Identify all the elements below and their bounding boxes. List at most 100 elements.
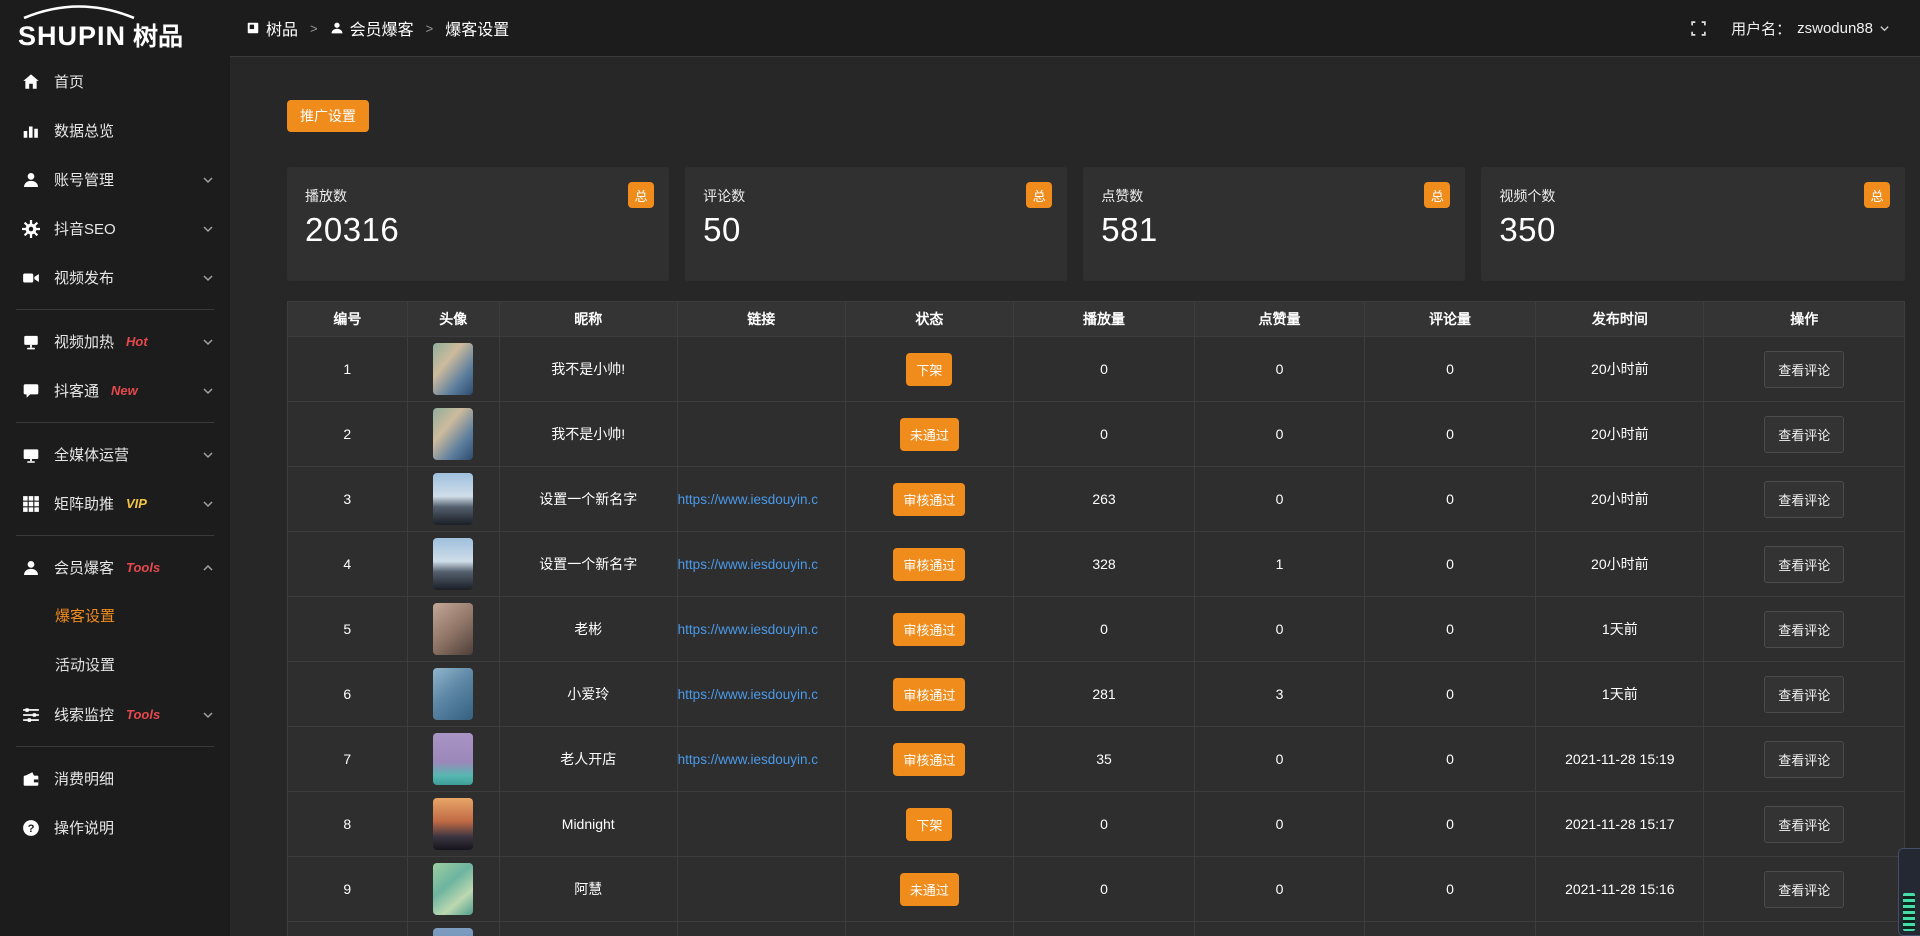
breadcrumb-home[interactable]: 树品 bbox=[246, 16, 298, 40]
likes-cell: 1 bbox=[1195, 532, 1365, 597]
sidebar-item-label: 账号管理 bbox=[54, 169, 114, 190]
chevron-down-icon bbox=[202, 498, 214, 510]
table-row: 8Midnight下架0002021-11-28 15:17查看评论 bbox=[288, 792, 1905, 857]
comments-cell: 0 bbox=[1364, 857, 1535, 922]
sidebar-item-member-baoke[interactable]: 会员爆客Tools bbox=[0, 543, 230, 592]
nickname-cell bbox=[499, 922, 677, 936]
nickname-cell: 老彬 bbox=[499, 597, 677, 662]
view-comments-button[interactable]: 查看评论 bbox=[1764, 806, 1844, 843]
view-comments-button[interactable]: 查看评论 bbox=[1764, 741, 1844, 778]
table-header-cell: 编号 bbox=[288, 302, 408, 337]
breadcrumb-separator: > bbox=[426, 21, 434, 36]
brand-logo[interactable]: SHUPIN树品 bbox=[0, 0, 230, 57]
sidebar-item-account-manage[interactable]: 账号管理 bbox=[0, 155, 230, 204]
table-header-cell: 链接 bbox=[677, 302, 845, 337]
sidebar-item-matrix-boost[interactable]: 矩阵助推VIP bbox=[0, 479, 230, 528]
fullscreen-icon[interactable] bbox=[1690, 20, 1707, 37]
bar-chart-icon bbox=[22, 122, 40, 140]
sidebar-item-home[interactable]: 首页 bbox=[0, 57, 230, 106]
status-badge: 审核通过 bbox=[893, 483, 965, 516]
sidebar-item-label: 抖音SEO bbox=[54, 218, 116, 239]
sidebar-item-douketong[interactable]: 抖客通New bbox=[0, 366, 230, 415]
view-comments-button[interactable]: 查看评论 bbox=[1764, 546, 1844, 583]
status-badge: 审核通过 bbox=[893, 743, 965, 776]
dashboard-icon bbox=[246, 21, 260, 35]
breadcrumb-member-baoke[interactable]: 会员爆客 bbox=[330, 16, 414, 40]
comments-cell: 0 bbox=[1364, 467, 1535, 532]
users-icon bbox=[22, 559, 40, 577]
view-comments-button[interactable]: 查看评论 bbox=[1764, 351, 1844, 388]
table-row: 5老彬https://www.iesdouyin.c审核通过0001天前查看评论 bbox=[288, 597, 1905, 662]
sidebar-item-video-publish[interactable]: 视频发布 bbox=[0, 253, 230, 302]
sidebar-item-clue-monitor[interactable]: 线索监控Tools bbox=[0, 690, 230, 739]
sidebar-divider bbox=[16, 422, 214, 423]
plays-cell: 35 bbox=[1013, 727, 1194, 792]
likes-cell: 0 bbox=[1195, 337, 1365, 402]
nickname-cell: Midnight bbox=[499, 792, 677, 857]
sidebar-item-label: 全媒体运营 bbox=[54, 444, 129, 465]
publish-time-cell: 2021-11-28 15:19 bbox=[1536, 727, 1704, 792]
video-link[interactable]: https://www.iesdouyin.c bbox=[678, 492, 818, 507]
video-link[interactable]: https://www.iesdouyin.c bbox=[678, 622, 818, 637]
sidebar-item-douyin-seo[interactable]: 抖音SEO bbox=[0, 204, 230, 253]
video-link[interactable]: https://www.iesdouyin.c bbox=[678, 752, 818, 767]
comments-cell: 0 bbox=[1364, 792, 1535, 857]
sidebar-item-label: 数据总览 bbox=[54, 120, 114, 141]
view-comments-button[interactable]: 查看评论 bbox=[1764, 871, 1844, 908]
floating-widget[interactable] bbox=[1898, 848, 1920, 936]
stat-total-badge: 总 bbox=[1424, 182, 1450, 208]
stats-row: 播放数20316总评论数50总点赞数581总视频个数350总 bbox=[287, 167, 1905, 281]
view-comments-button[interactable]: 查看评论 bbox=[1764, 676, 1844, 713]
avatar bbox=[433, 733, 473, 785]
publish-time-cell: 2021-11-28 15:17 bbox=[1536, 792, 1704, 857]
status-cell: 未通过 bbox=[845, 857, 1013, 922]
avatar bbox=[433, 538, 473, 590]
sidebar-subitem-baoke-settings[interactable]: 爆客设置 bbox=[0, 592, 230, 641]
table-row: 6小爱玲https://www.iesdouyin.c审核通过281301天前查… bbox=[288, 662, 1905, 727]
sidebar-item-video-heat[interactable]: 视频加热Hot bbox=[0, 317, 230, 366]
video-link[interactable]: https://www.iesdouyin.c bbox=[678, 687, 818, 702]
stat-card-videos: 视频个数350总 bbox=[1481, 167, 1905, 281]
status-badge: 审核通过 bbox=[893, 678, 965, 711]
table-row: 1我不是小帅!下架00020小时前查看评论 bbox=[288, 337, 1905, 402]
sidebar-item-media-operation[interactable]: 全媒体运营 bbox=[0, 430, 230, 479]
view-comments-button[interactable]: 查看评论 bbox=[1764, 611, 1844, 648]
chevron-down-icon bbox=[202, 272, 214, 284]
view-comments-button[interactable]: 查看评论 bbox=[1764, 481, 1844, 518]
view-comments-button[interactable]: 查看评论 bbox=[1764, 416, 1844, 453]
table-row: 查看评论 bbox=[288, 922, 1905, 936]
brand-name-en: SHUPIN bbox=[18, 21, 126, 51]
wallet-icon bbox=[22, 770, 40, 788]
avatar-cell bbox=[407, 857, 499, 922]
sidebar-item-operation-guide[interactable]: ?操作说明 bbox=[0, 803, 230, 852]
username-menu[interactable]: 用户名：zswodun88 bbox=[1731, 18, 1890, 39]
table-row: 3设置一个新名字https://www.iesdouyin.c审核通过26300… bbox=[288, 467, 1905, 532]
video-link[interactable]: https://www.iesdouyin.c bbox=[678, 557, 818, 572]
sidebar-item-label: 线索监控 bbox=[54, 704, 114, 725]
avatar-cell bbox=[407, 792, 499, 857]
action-cell: 查看评论 bbox=[1704, 922, 1905, 936]
sidebar-subitem-activity-settings[interactable]: 活动设置 bbox=[0, 641, 230, 690]
sidebar-item-consume-detail[interactable]: 消费明细 bbox=[0, 754, 230, 803]
nickname-cell: 小爱玲 bbox=[499, 662, 677, 727]
status-cell: 下架 bbox=[845, 337, 1013, 402]
chevron-down-icon bbox=[202, 385, 214, 397]
gear-icon bbox=[22, 220, 40, 238]
sidebar-divider bbox=[16, 746, 214, 747]
link-cell bbox=[677, 857, 845, 922]
link-cell: https://www.iesdouyin.c bbox=[677, 727, 845, 792]
action-cell: 查看评论 bbox=[1704, 532, 1905, 597]
promo-settings-button[interactable]: 推广设置 bbox=[287, 100, 369, 132]
status-badge: 审核通过 bbox=[893, 613, 965, 646]
plays-cell: 328 bbox=[1013, 532, 1194, 597]
comments-cell: 0 bbox=[1364, 337, 1535, 402]
sidebar-item-data-overview[interactable]: 数据总览 bbox=[0, 106, 230, 155]
publish-time-cell: 1天前 bbox=[1536, 662, 1704, 727]
status-cell: 审核通过 bbox=[845, 467, 1013, 532]
brand-name-cn: 树品 bbox=[133, 23, 183, 51]
sidebar-item-badge: New bbox=[111, 383, 138, 398]
avatar-cell bbox=[407, 727, 499, 792]
nickname-cell: 我不是小帅! bbox=[499, 402, 677, 467]
chevron-down-icon bbox=[202, 174, 214, 186]
plays-cell: 0 bbox=[1013, 792, 1194, 857]
